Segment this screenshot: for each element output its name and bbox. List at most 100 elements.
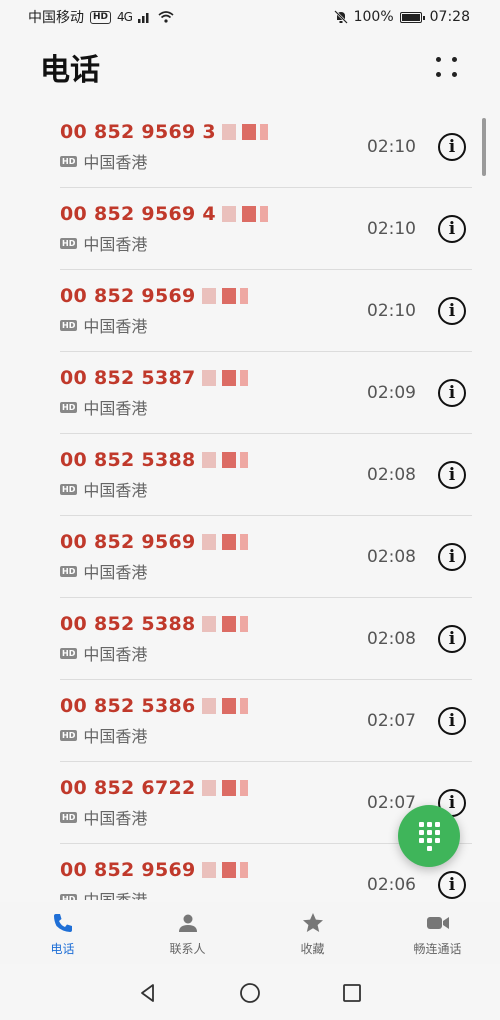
call-log-list[interactable]: 00 852 9569 3 HD 中国香港 02:10 i 00 852 9569…	[0, 106, 500, 900]
more-options-button[interactable]	[434, 53, 462, 81]
info-icon: i	[448, 875, 456, 895]
call-log-row[interactable]: 00 852 5386 HD 中国香港 02:07 i	[0, 680, 500, 762]
call-number: 00 852 9569 4	[60, 203, 367, 225]
tab-meetime[interactable]: 畅连通话	[375, 902, 500, 964]
info-icon: i	[448, 465, 456, 485]
call-meta: HD 中国香港	[60, 887, 367, 900]
redaction-mark	[201, 288, 248, 304]
mute-bell-icon	[333, 10, 348, 24]
status-left: 中国移动 HD 4G	[28, 7, 174, 27]
home-button[interactable]	[238, 981, 262, 1005]
battery-icon	[399, 11, 425, 23]
hd-call-icon: HD	[60, 401, 78, 413]
recents-button[interactable]	[340, 981, 364, 1005]
hd-call-icon: HD	[60, 893, 78, 900]
battery-percent: 100%	[353, 9, 394, 25]
call-log-row[interactable]: 00 852 9569 HD 中国香港 02:10 i	[0, 270, 500, 352]
call-entry-main: 00 852 5388 HD 中国香港	[60, 613, 367, 665]
redaction-mark	[201, 698, 248, 714]
call-time: 02:10	[367, 137, 416, 157]
call-meta: HD 中国香港	[60, 395, 367, 419]
signal-icon	[137, 13, 149, 23]
call-entry-main: 00 852 6722 HD 中国香港	[60, 777, 367, 829]
back-button[interactable]	[136, 981, 160, 1005]
info-icon: i	[448, 137, 456, 157]
tab-label: 联系人	[169, 941, 206, 956]
more-dot-icon	[452, 72, 457, 77]
more-dot-icon	[452, 57, 457, 62]
call-info-button[interactable]: i	[438, 379, 466, 407]
hd-call-icon: HD	[60, 729, 78, 741]
tab-phone[interactable]: 电话	[0, 902, 125, 964]
call-log-row[interactable]: 00 852 5388 HD 中国香港 02:08 i	[0, 598, 500, 680]
call-meta: HD 中国香港	[60, 641, 367, 665]
call-info-button[interactable]: i	[438, 297, 466, 325]
call-entry-main: 00 852 5386 HD 中国香港	[60, 695, 367, 747]
tab-favorites[interactable]: 收藏	[250, 902, 375, 964]
more-dot-icon	[436, 57, 441, 62]
call-log-row[interactable]: 00 852 9569 4 HD 中国香港 02:10 i	[0, 188, 500, 270]
bottom-tab-bar: 电话 联系人 收藏 畅连通话	[0, 902, 500, 964]
info-icon: i	[448, 793, 456, 813]
redaction-mark	[221, 124, 268, 140]
call-log-row[interactable]: 00 852 5388 HD 中国香港 02:08 i	[0, 434, 500, 516]
dialpad-button[interactable]	[398, 805, 460, 867]
call-log-row[interactable]: 00 852 9569 HD 中国香港 02:08 i	[0, 516, 500, 598]
dialpad-icon	[418, 821, 440, 851]
phone-screen: 中国移动 HD 4G 100% 07:28 电话 00 852 9569 3 H…	[0, 0, 500, 1020]
call-entry-main: 00 852 5387 HD 中国香港	[60, 367, 367, 419]
home-icon	[240, 983, 260, 1003]
call-entry-main: 00 852 9569 3 HD 中国香港	[60, 121, 367, 173]
network-type: 4G	[117, 10, 133, 24]
call-entry-main: 00 852 9569 HD 中国香港	[60, 531, 367, 583]
redaction-mark	[201, 370, 248, 386]
call-meta: HD 中国香港	[60, 477, 367, 501]
call-meta: HD 中国香港	[60, 231, 367, 255]
hd-call-icon: HD	[60, 483, 78, 495]
call-number: 00 852 5388	[60, 613, 367, 635]
call-info-button[interactable]: i	[438, 543, 466, 571]
video-call-icon	[425, 910, 451, 936]
call-time: 02:10	[367, 219, 416, 239]
redaction-mark	[201, 862, 248, 878]
redaction-mark	[221, 206, 268, 222]
list-scrollbar[interactable]	[482, 118, 486, 176]
call-meta: HD 中国香港	[60, 723, 367, 747]
call-location: 中国香港	[83, 235, 148, 254]
call-info-button[interactable]: i	[438, 133, 466, 161]
call-log-row[interactable]: 00 852 9569 3 HD 中国香港 02:10 i	[0, 106, 500, 188]
call-number: 00 852 5386	[60, 695, 367, 717]
call-log-row[interactable]: 00 852 5387 HD 中国香港 02:09 i	[0, 352, 500, 434]
tab-label: 畅连通话	[413, 941, 462, 956]
contacts-icon	[175, 910, 201, 936]
call-location: 中国香港	[83, 727, 148, 746]
call-location: 中国香港	[83, 645, 148, 664]
call-info-button[interactable]: i	[438, 871, 466, 899]
call-number: 00 852 5388	[60, 449, 367, 471]
system-nav-bar	[0, 966, 500, 1020]
call-entry-main: 00 852 9569 HD 中国香港	[60, 285, 367, 337]
carrier-name: 中国移动	[28, 10, 84, 26]
call-meta: HD 中国香港	[60, 559, 367, 583]
call-time: 02:07	[367, 793, 416, 813]
call-meta: HD 中国香港	[60, 805, 367, 829]
redaction-mark	[201, 616, 248, 632]
call-info-button[interactable]: i	[438, 215, 466, 243]
hd-call-icon: HD	[60, 647, 78, 659]
call-location: 中国香港	[83, 563, 148, 582]
call-meta: HD 中国香港	[60, 149, 367, 173]
phone-icon	[50, 910, 76, 936]
back-icon	[141, 984, 154, 1002]
call-info-button[interactable]: i	[438, 707, 466, 735]
tab-contacts[interactable]: 联系人	[125, 902, 250, 964]
call-location: 中国香港	[83, 481, 148, 500]
info-icon: i	[448, 301, 456, 321]
call-time: 02:08	[367, 465, 416, 485]
call-entry-main: 00 852 9569 HD 中国香港	[60, 859, 367, 900]
call-time: 02:06	[367, 875, 416, 895]
clock: 07:28	[429, 9, 470, 25]
call-info-button[interactable]: i	[438, 625, 466, 653]
call-number: 00 852 5387	[60, 367, 367, 389]
call-meta: HD 中国香港	[60, 313, 367, 337]
call-info-button[interactable]: i	[438, 461, 466, 489]
